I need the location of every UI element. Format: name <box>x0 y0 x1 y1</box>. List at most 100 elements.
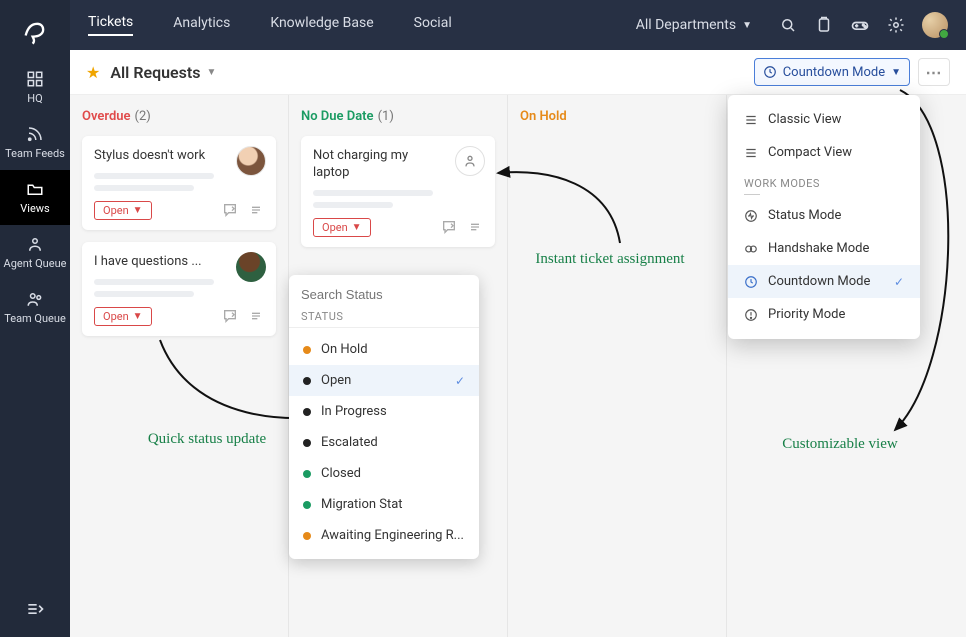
more-button[interactable]: ⋯ <box>918 58 950 86</box>
sidebar-item-views[interactable]: Views <box>0 170 70 225</box>
assign-button[interactable] <box>455 146 485 176</box>
status-dot-icon <box>303 501 311 509</box>
favorite-star-icon[interactable]: ★ <box>86 63 100 82</box>
ticket-card[interactable]: I have questions ... Open▼ <box>82 242 276 336</box>
status-option[interactable]: Migration Stat <box>289 489 479 520</box>
view-section-label: WORK MODES <box>728 169 920 199</box>
column-overdue: Overdue (2) Stylus doesn't work Open▼ I … <box>70 95 289 637</box>
grid-icon <box>26 70 44 88</box>
feed-icon <box>26 125 44 143</box>
page-title[interactable]: All Requests ▼ <box>110 63 216 82</box>
chevron-down-icon: ▼ <box>352 222 362 233</box>
assign-user-icon <box>462 153 478 169</box>
more-icon: ⋯ <box>926 63 943 82</box>
ticket-card[interactable]: Stylus doesn't work Open▼ <box>82 136 276 230</box>
page-title-text: All Requests <box>110 63 200 82</box>
comment-icon[interactable] <box>222 308 238 324</box>
search-button[interactable] <box>778 15 798 35</box>
status-option[interactable]: On Hold <box>289 334 479 365</box>
list-icon[interactable] <box>467 219 483 235</box>
column-no-due-date: No Due Date (1) Not charging my laptop O… <box>289 95 508 637</box>
list-icon[interactable] <box>248 202 264 218</box>
status-option[interactable]: Open <box>289 365 479 396</box>
sidebar-item-agent-queue[interactable]: Agent Queue <box>0 225 70 280</box>
clipboard-button[interactable] <box>814 15 834 35</box>
pulse-icon <box>744 209 758 223</box>
clock-icon <box>744 275 758 289</box>
priority-icon <box>744 308 758 322</box>
list-view-icon <box>744 113 758 127</box>
user-avatar[interactable] <box>922 12 948 38</box>
collapse-sidebar-button[interactable] <box>25 599 45 623</box>
view-option[interactable]: Compact View <box>728 136 920 169</box>
placeholder-bar <box>94 291 194 297</box>
work-mode-label: Countdown Mode <box>768 274 870 289</box>
status-option[interactable]: Escalated <box>289 427 479 458</box>
status-chip[interactable]: Open▼ <box>94 201 152 220</box>
view-option-label: Classic View <box>768 112 841 127</box>
work-mode-option[interactable]: Status Mode <box>728 199 920 232</box>
ticket-card[interactable]: Not charging my laptop Open▼ <box>301 136 495 247</box>
sidebar-item-label: HQ <box>27 92 42 105</box>
sidebar-item-hq[interactable]: HQ <box>0 60 70 115</box>
tab-kb[interactable]: Knowledge Base <box>270 15 373 35</box>
clock-icon <box>763 65 777 79</box>
view-option[interactable]: Classic View <box>728 103 920 136</box>
status-dot-icon <box>303 346 311 354</box>
sidebar-item-team-feeds[interactable]: Team Feeds <box>0 115 70 170</box>
chevron-down-icon: ▼ <box>133 311 143 322</box>
clipboard-icon <box>815 16 833 34</box>
gamepad-button[interactable] <box>850 15 870 35</box>
status-chip[interactable]: Open ▼ <box>94 307 152 326</box>
chevron-down-icon: ▼ <box>742 20 752 31</box>
list-icon[interactable] <box>248 308 264 324</box>
gear-icon <box>887 16 905 34</box>
work-mode-option[interactable]: Countdown Mode <box>728 265 920 298</box>
column-count: (1) <box>378 109 394 124</box>
status-dot-icon <box>303 408 311 416</box>
comment-icon[interactable] <box>441 219 457 235</box>
sidebar-item-label: Views <box>20 202 49 215</box>
collapse-icon <box>25 599 45 619</box>
status-option[interactable]: Closed <box>289 458 479 489</box>
card-action-icons <box>222 308 264 324</box>
tab-analytics[interactable]: Analytics <box>173 15 230 35</box>
sidebar-item-label: Team Queue <box>4 312 66 325</box>
handshake-icon <box>744 242 758 256</box>
status-text: Open <box>103 310 129 323</box>
placeholder-bar <box>94 173 214 179</box>
status-option[interactable]: Awaiting Engineering R... <box>289 520 479 551</box>
status-option[interactable]: In Progress <box>289 396 479 427</box>
card-action-icons <box>222 202 264 218</box>
settings-button[interactable] <box>886 15 906 35</box>
placeholder-bar <box>94 279 214 285</box>
chevron-down-icon: ▼ <box>891 67 901 78</box>
comment-icon[interactable] <box>222 202 238 218</box>
column-header: On Hold <box>520 109 714 124</box>
status-option-label: Migration Stat <box>321 497 403 512</box>
card-action-icons <box>441 219 483 235</box>
status-search-input[interactable] <box>301 287 467 302</box>
work-mode-option[interactable]: Handshake Mode <box>728 232 920 265</box>
work-mode-option[interactable]: Priority Mode <box>728 298 920 331</box>
column-header: Overdue (2) <box>82 109 276 124</box>
assignee-avatar[interactable] <box>236 146 266 176</box>
work-mode-label: Status Mode <box>768 208 841 223</box>
tab-social[interactable]: Social <box>414 15 452 35</box>
view-mode-button[interactable]: Countdown Mode ▼ <box>754 58 910 86</box>
folder-icon <box>26 180 44 198</box>
assignee-avatar[interactable] <box>236 252 266 282</box>
view-mode-label: Countdown Mode <box>783 65 885 80</box>
view-option-label: Compact View <box>768 145 852 160</box>
tab-tickets[interactable]: Tickets <box>88 14 133 36</box>
department-selector[interactable]: All Departments ▼ <box>636 17 752 33</box>
list-view-icon <box>744 146 758 160</box>
gamepad-icon <box>850 15 870 35</box>
status-chip[interactable]: Open▼ <box>313 218 371 237</box>
column-title: On Hold <box>520 109 567 124</box>
status-option-label: In Progress <box>321 404 387 419</box>
column-title: No Due Date <box>301 109 374 124</box>
sidebar-item-team-queue[interactable]: Team Queue <box>0 280 70 335</box>
sidebar-item-label: Team Feeds <box>5 147 65 160</box>
page-header: ★ All Requests ▼ Countdown Mode ▼ ⋯ <box>70 50 966 95</box>
